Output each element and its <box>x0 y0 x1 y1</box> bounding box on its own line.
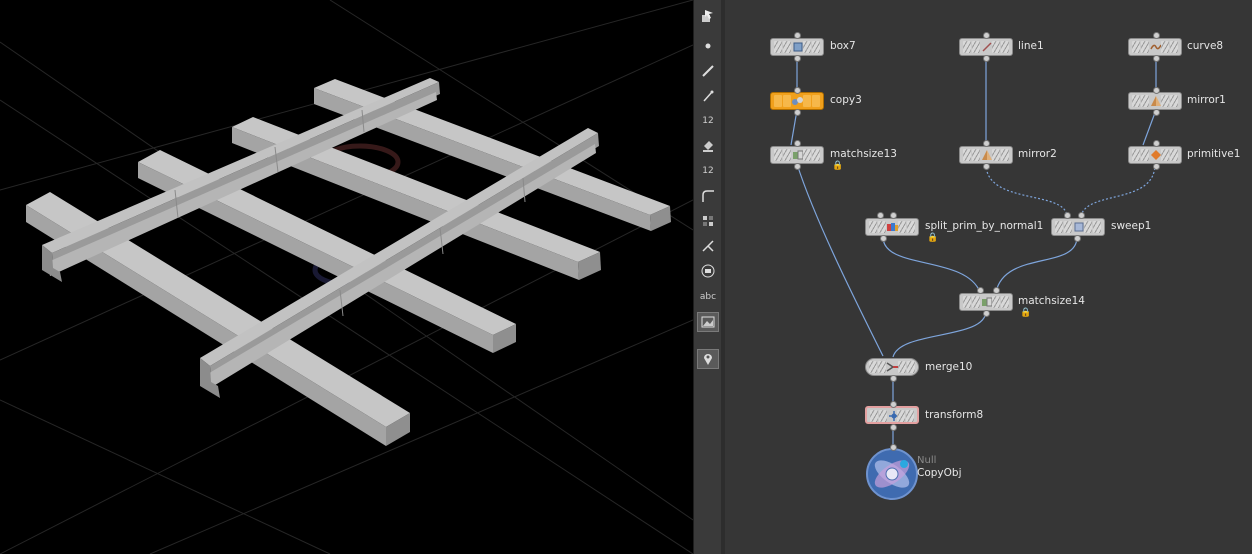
frame-icon[interactable] <box>697 261 719 281</box>
node-sweep1[interactable] <box>1051 218 1105 236</box>
node-split-prim-by-normal1[interactable] <box>865 218 919 236</box>
point-icon[interactable] <box>697 36 719 56</box>
node-matchsize14[interactable] <box>959 293 1013 311</box>
text-icon-label: abc <box>699 292 717 302</box>
node-merge10[interactable] <box>865 358 919 376</box>
3d-viewport[interactable] <box>0 0 693 554</box>
label-copy3: copy3 <box>830 94 862 106</box>
point-number-icon[interactable]: 12 <box>697 111 719 131</box>
snap-grid-icon[interactable] <box>697 211 719 231</box>
node-line1[interactable] <box>959 38 1013 56</box>
label-box7: box7 <box>830 40 856 52</box>
primitive-number-text: 12 <box>702 166 714 176</box>
viewport-toolbar: 12 12 abc <box>693 0 723 554</box>
node-mirror2[interactable] <box>959 146 1013 164</box>
node-transform8[interactable] <box>865 406 919 424</box>
pen-icon[interactable] <box>697 86 719 106</box>
lock-icon: 🔒 <box>832 161 844 171</box>
background-image-icon[interactable] <box>697 312 719 332</box>
node-matchsize13[interactable] <box>770 146 824 164</box>
point-number-text: 12 <box>702 116 714 126</box>
viewport-scene <box>0 0 693 554</box>
lock-icon: 🔒 <box>927 233 939 243</box>
network-view[interactable]: box7 line1 curve8 copy3 mirror1 matchsiz… <box>725 0 1252 554</box>
primitive-number-icon[interactable]: 12 <box>697 161 719 181</box>
label-mirror1: mirror1 <box>1187 94 1226 106</box>
label-matchsize13: matchsize13 <box>830 148 897 160</box>
label-line1: line1 <box>1018 40 1044 52</box>
label-primitive1: primitive1 <box>1187 148 1241 160</box>
null-node-icon <box>874 460 910 488</box>
lock-icon: 🔒 <box>1020 308 1032 318</box>
text-icon[interactable]: abc <box>697 287 719 307</box>
node-wires <box>790 59 1157 448</box>
location-pin-icon[interactable] <box>697 349 719 369</box>
node-mirror1[interactable] <box>1128 92 1182 110</box>
null-node-type: Null <box>917 455 937 466</box>
label-mirror2: mirror2 <box>1018 148 1057 160</box>
label-curve8: curve8 <box>1187 40 1224 52</box>
paint-bucket-icon[interactable] <box>697 136 719 156</box>
select-tool-icon[interactable] <box>697 6 719 26</box>
brush-icon[interactable] <box>697 61 719 81</box>
node-null-copyobj[interactable] <box>866 448 918 500</box>
node-primitive1[interactable] <box>1128 146 1182 164</box>
label-sweep1: sweep1 <box>1111 220 1152 232</box>
null-node-name: CopyObj <box>917 467 962 479</box>
node-curve8[interactable] <box>1128 38 1182 56</box>
label-transform8: transform8 <box>925 409 984 421</box>
label-merge10: merge10 <box>925 361 973 373</box>
node-box7[interactable] <box>770 38 824 56</box>
curve-icon[interactable] <box>697 186 719 206</box>
label-split-prim-by-normal1: split_prim_by_normal1 <box>925 220 1044 232</box>
node-copy3[interactable] <box>770 92 824 110</box>
label-matchsize14: matchsize14 <box>1018 295 1085 307</box>
transform-handle-icon[interactable] <box>697 236 719 256</box>
